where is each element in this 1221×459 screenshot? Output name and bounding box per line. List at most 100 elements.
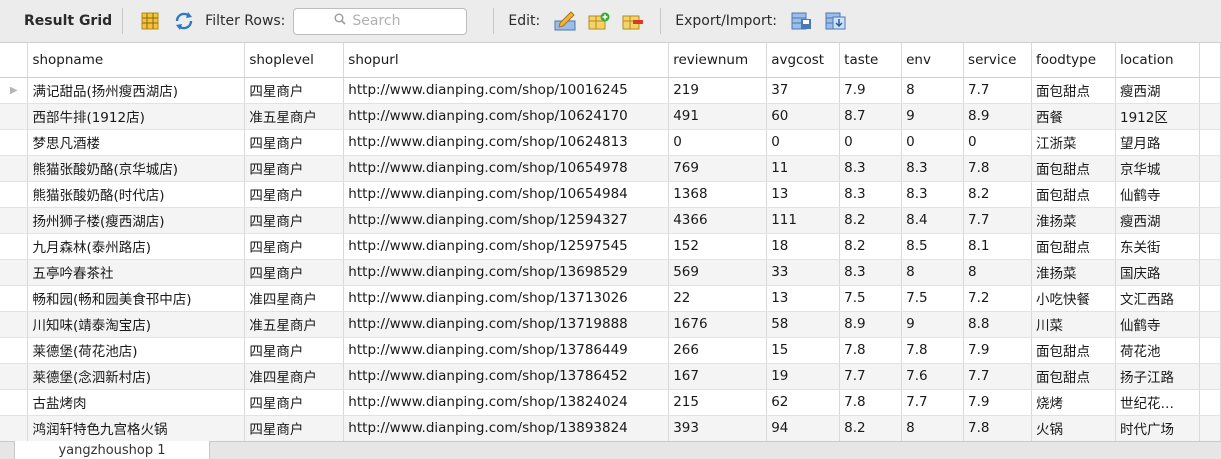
- column-header-env[interactable]: env: [901, 43, 965, 78]
- cell-taste[interactable]: 8.7: [839, 103, 903, 130]
- cell-location[interactable]: 世纪花…: [1115, 389, 1200, 416]
- cell-avgcost[interactable]: 58: [766, 311, 841, 338]
- table-row[interactable]: 莱德堡(念泗新村店) 准四星商户 http://www.dianping.com/s…: [0, 363, 1221, 390]
- cell-avgcost[interactable]: 33: [766, 259, 841, 286]
- cell-reviewnum[interactable]: 769: [668, 155, 768, 182]
- cell-shopname[interactable]: 熊猫张酸奶酪(京华城店): [27, 155, 246, 182]
- table-row[interactable]: 九月森林(泰州路店) 四星商户 http://www.dianping.com/sh…: [0, 233, 1221, 260]
- cell-shopname[interactable]: 九月森林(泰州路店): [27, 233, 246, 260]
- cell-avgcost[interactable]: 94: [766, 415, 841, 441]
- cell-shopurl[interactable]: http://www.dianping.com/shop/10016245: [343, 77, 670, 104]
- cell-foodtype[interactable]: 川菜: [1031, 311, 1116, 338]
- cell-shopname[interactable]: 满记甜品(扬州瘦西湖店): [27, 77, 246, 104]
- cell-env[interactable]: 8: [901, 415, 965, 441]
- cell-service[interactable]: 7.9: [963, 337, 1033, 364]
- cell-env[interactable]: 9: [901, 103, 965, 130]
- cell-shoplevel[interactable]: 四星商户: [244, 415, 345, 441]
- cell-service[interactable]: 7.7: [963, 77, 1033, 104]
- cell-shoplevel[interactable]: 四星商户: [244, 259, 345, 286]
- cell-shopurl[interactable]: http://www.dianping.com/shop/13786449: [343, 337, 670, 364]
- cell-foodtype[interactable]: 面包甜点: [1031, 233, 1116, 260]
- cell-foodtype[interactable]: 江浙菜: [1031, 129, 1116, 156]
- cell-shopname[interactable]: 古盐烤肉: [27, 389, 246, 416]
- table-row[interactable]: 畅和园(畅和园美食邗中店) 准四星商户 http://www.dianping.co…: [0, 285, 1221, 312]
- cell-location[interactable]: 东关街: [1115, 233, 1200, 260]
- cell-avgcost[interactable]: 0: [766, 129, 841, 156]
- cell-location[interactable]: 荷花池: [1115, 337, 1200, 364]
- cell-foodtype[interactable]: 面包甜点: [1031, 363, 1116, 390]
- cell-reviewnum[interactable]: 1676: [668, 311, 768, 338]
- cell-foodtype[interactable]: 面包甜点: [1031, 155, 1116, 182]
- cell-env[interactable]: 7.5: [901, 285, 965, 312]
- cell-location[interactable]: 文汇西路: [1115, 285, 1200, 312]
- column-header-shopurl[interactable]: shopurl: [343, 43, 670, 78]
- cell-shopname[interactable]: 西部牛排(1912店): [27, 103, 246, 130]
- cell-foodtype[interactable]: 西餐: [1031, 103, 1116, 130]
- cell-location[interactable]: 瘦西湖: [1115, 77, 1200, 104]
- cell-shopurl[interactable]: http://www.dianping.com/shop/13698529: [343, 259, 670, 286]
- cell-env[interactable]: 8: [901, 77, 965, 104]
- table-row[interactable]: 熊猫张酸奶酪(京华城店) 四星商户 http://www.dianping.com/…: [0, 155, 1221, 182]
- column-header-foodtype[interactable]: foodtype: [1031, 43, 1116, 78]
- column-header-taste[interactable]: taste: [839, 43, 903, 78]
- delete-row-icon[interactable]: [622, 10, 644, 32]
- grid-view-icon[interactable]: [139, 10, 161, 32]
- cell-reviewnum[interactable]: 215: [668, 389, 768, 416]
- cell-taste[interactable]: 7.7: [839, 363, 903, 390]
- cell-location[interactable]: 扬子江路: [1115, 363, 1200, 390]
- cell-foodtype[interactable]: 面包甜点: [1031, 337, 1116, 364]
- cell-shoplevel[interactable]: 四星商户: [244, 207, 345, 234]
- cell-shopname[interactable]: 梦思凡酒楼: [27, 129, 246, 156]
- cell-location[interactable]: 瘦西湖: [1115, 207, 1200, 234]
- cell-avgcost[interactable]: 37: [766, 77, 841, 104]
- table-row[interactable]: ▶ 满记甜品(扬州瘦西湖店) 四星商户 http://www.dianping.com…: [0, 77, 1221, 104]
- cell-reviewnum[interactable]: 0: [668, 129, 768, 156]
- cell-avgcost[interactable]: 15: [766, 337, 841, 364]
- cell-avgcost[interactable]: 111: [766, 207, 841, 234]
- cell-location[interactable]: 国庆路: [1115, 259, 1200, 286]
- table-row[interactable]: 五亭吟春茶社 四星商户 http://www.dianping.com/shop/1…: [0, 259, 1221, 286]
- cell-shoplevel[interactable]: 准四星商户: [244, 285, 345, 312]
- cell-taste[interactable]: 0: [839, 129, 903, 156]
- cell-location[interactable]: 1912区: [1115, 103, 1200, 130]
- export-icon[interactable]: [791, 10, 813, 32]
- cell-service[interactable]: 8.1: [963, 233, 1033, 260]
- cell-reviewnum[interactable]: 491: [668, 103, 768, 130]
- cell-service[interactable]: 8: [963, 259, 1033, 286]
- cell-service[interactable]: 0: [963, 129, 1033, 156]
- result-grid[interactable]: shopname shoplevel shopurl reviewnum avg…: [0, 43, 1221, 441]
- cell-avgcost[interactable]: 18: [766, 233, 841, 260]
- cell-foodtype[interactable]: 淮扬菜: [1031, 259, 1116, 286]
- refresh-icon[interactable]: [173, 10, 195, 32]
- cell-env[interactable]: 8.5: [901, 233, 965, 260]
- cell-reviewnum[interactable]: 167: [668, 363, 768, 390]
- cell-shoplevel[interactable]: 准五星商户: [244, 311, 345, 338]
- cell-env[interactable]: 7.8: [901, 337, 965, 364]
- cell-shoplevel[interactable]: 四星商户: [244, 129, 345, 156]
- cell-reviewnum[interactable]: 22: [668, 285, 768, 312]
- result-tab[interactable]: yangzhoushop 1: [14, 441, 210, 459]
- result-grid-tab[interactable]: Result Grid: [24, 13, 112, 29]
- cell-foodtype[interactable]: 烧烤: [1031, 389, 1116, 416]
- cell-env[interactable]: 9: [901, 311, 965, 338]
- table-row[interactable]: 熊猫张酸奶酪(时代店) 四星商户 http://www.dianping.com/s…: [0, 181, 1221, 208]
- import-icon[interactable]: [825, 10, 847, 32]
- cell-shopurl[interactable]: http://www.dianping.com/shop/12594327: [343, 207, 670, 234]
- cell-taste[interactable]: 8.3: [839, 155, 903, 182]
- cell-taste[interactable]: 8.2: [839, 415, 903, 441]
- cell-foodtype[interactable]: 火锅: [1031, 415, 1116, 441]
- cell-shopurl[interactable]: http://www.dianping.com/shop/13893824: [343, 415, 670, 441]
- cell-service[interactable]: 7.7: [963, 207, 1033, 234]
- cell-service[interactable]: 8.2: [963, 181, 1033, 208]
- cell-shopname[interactable]: 鸿润轩特色九宫格火锅: [27, 415, 246, 441]
- cell-shoplevel[interactable]: 四星商户: [244, 181, 345, 208]
- cell-foodtype[interactable]: 淮扬菜: [1031, 207, 1116, 234]
- edit-pencil-icon[interactable]: [554, 10, 576, 32]
- cell-env[interactable]: 8.4: [901, 207, 965, 234]
- cell-shopurl[interactable]: http://www.dianping.com/shop/12597545: [343, 233, 670, 260]
- cell-avgcost[interactable]: 19: [766, 363, 841, 390]
- cell-reviewnum[interactable]: 266: [668, 337, 768, 364]
- cell-shoplevel[interactable]: 四星商户: [244, 155, 345, 182]
- cell-env[interactable]: 7.6: [901, 363, 965, 390]
- cell-taste[interactable]: 8.2: [839, 233, 903, 260]
